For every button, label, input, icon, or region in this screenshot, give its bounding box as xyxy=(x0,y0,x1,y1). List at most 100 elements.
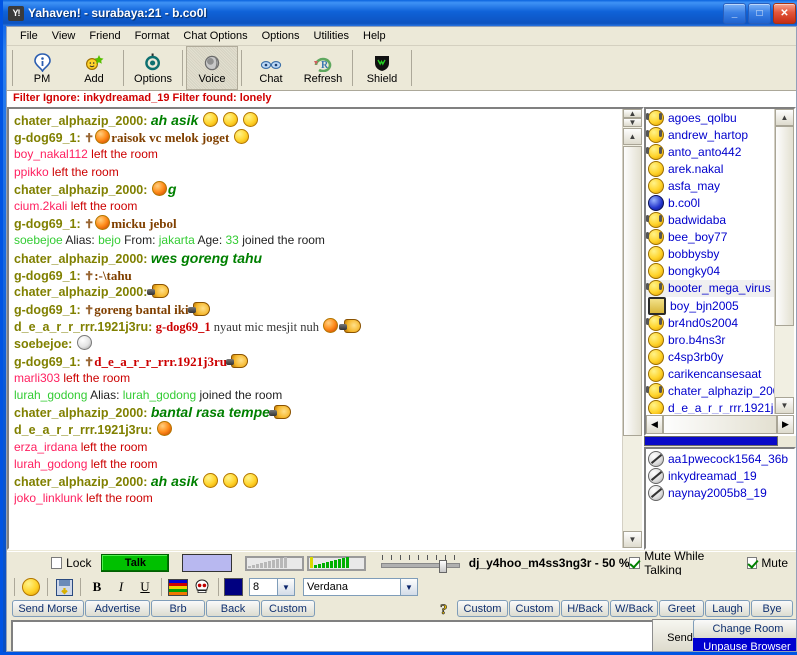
emoticon-button[interactable] xyxy=(20,577,42,597)
chat-username[interactable]: chater_alphazip_2000: xyxy=(14,183,151,197)
user-list-item[interactable]: boy_bjn2005 xyxy=(646,296,774,315)
chevron-down-icon[interactable]: ▼ xyxy=(400,579,417,595)
font-family-select[interactable]: Verdana ▼ xyxy=(303,578,418,596)
quick-advertise-button[interactable]: Advertise xyxy=(85,600,150,617)
toolbar-voice-button[interactable]: Voice xyxy=(186,46,238,90)
chat-username[interactable]: g-dog69_1: xyxy=(14,131,84,145)
quick-laugh-button[interactable]: Laugh xyxy=(705,600,750,617)
menu-format[interactable]: Format xyxy=(128,28,177,44)
menu-file[interactable]: File xyxy=(13,28,45,44)
chat-username[interactable]: chater_alphazip_2000: xyxy=(14,285,151,299)
minimize-button[interactable]: _ xyxy=(723,3,746,24)
quick-hback-button[interactable]: H/Back xyxy=(561,600,609,617)
italic-button[interactable]: I xyxy=(110,577,132,597)
quick-greet-button[interactable]: Greet xyxy=(659,600,704,617)
toolbar-chat-button[interactable]: Chat xyxy=(245,46,297,90)
user-list-item[interactable]: b.co0l xyxy=(646,194,774,212)
toolbar-options-button[interactable]: Options xyxy=(127,46,179,90)
user-list-item[interactable]: br4nd0s2004 xyxy=(646,314,774,331)
user-scroll-thumb[interactable] xyxy=(775,126,794,326)
skull-button[interactable] xyxy=(191,577,213,597)
quick-send-morse-button[interactable]: Send Morse xyxy=(12,600,84,617)
user-list-item[interactable]: d_e_a_r_r_rrr.1921j3ru xyxy=(646,400,774,414)
quick-custom-button-2[interactable]: Custom xyxy=(457,600,508,617)
chat-username[interactable]: chater_alphazip_2000: xyxy=(14,252,151,266)
chat-username[interactable]: g-dog69_1: xyxy=(14,269,84,283)
talk-button[interactable]: Talk xyxy=(101,554,170,572)
mute-while-talking-checkbox[interactable] xyxy=(629,557,641,569)
slider-knob[interactable] xyxy=(439,560,448,573)
user-list-item[interactable]: booter_mega_virus xyxy=(646,279,774,298)
menu-utilities[interactable]: Utilities xyxy=(307,28,356,44)
chat-username[interactable]: chater_alphazip_2000: xyxy=(14,475,151,489)
user-list-item[interactable]: badwidaba xyxy=(646,212,774,229)
user-scroll-down-button[interactable]: ▼ xyxy=(775,397,794,414)
chat-username[interactable]: soebejoe: xyxy=(14,337,76,351)
message-input[interactable] xyxy=(11,620,737,651)
chat-spinner-buttons[interactable]: ▲ ▼ xyxy=(623,109,642,127)
change-room-button[interactable]: Change Room xyxy=(693,619,796,639)
scroll-down-button[interactable]: ▼ xyxy=(623,531,642,548)
quick-back-button[interactable]: Back xyxy=(206,600,260,617)
quick-wback-button[interactable]: W/Back xyxy=(610,600,658,617)
spinner-up-button[interactable]: ▲ xyxy=(623,109,642,118)
bold-button[interactable]: B xyxy=(86,577,108,597)
ignore-list-item[interactable]: inkydreamad_19 xyxy=(646,467,794,484)
scroll-up-button[interactable]: ▲ xyxy=(623,128,642,145)
spinner-down-button[interactable]: ▼ xyxy=(623,118,642,127)
user-list-item[interactable]: bee_boy77 xyxy=(646,229,774,246)
menu-help[interactable]: Help xyxy=(356,28,393,44)
menu-friend[interactable]: Friend xyxy=(82,28,127,44)
rainbow-text-button[interactable] xyxy=(167,577,189,597)
lock-checkbox[interactable] xyxy=(50,557,63,569)
unpause-browser-button[interactable]: Unpause Browser xyxy=(693,638,796,651)
user-list-item[interactable]: arek.nakal xyxy=(646,160,774,177)
chat-username[interactable]: g-dog69_1: xyxy=(14,303,84,317)
user-scroll-up-button[interactable]: ▲ xyxy=(775,109,794,126)
user-list-item[interactable]: bobbysby xyxy=(646,246,774,263)
save-button[interactable] xyxy=(53,577,75,597)
toolbar-add-button[interactable]: Add xyxy=(68,46,120,90)
chat-scroll-thumb[interactable] xyxy=(623,146,642,436)
underline-button[interactable]: U xyxy=(134,577,156,597)
user-list-item[interactable]: carikencansesaat xyxy=(646,365,774,382)
user-list-vscrollbar[interactable]: ▲ ▼ xyxy=(774,109,794,414)
user-list-item[interactable]: andrew_hartop xyxy=(646,126,774,143)
chevron-down-icon[interactable]: ▼ xyxy=(277,579,294,595)
user-list[interactable]: agoes_qolbu andrew_hartop anto_anto442 arek… xyxy=(646,109,774,414)
chat-username[interactable]: chater_alphazip_2000: xyxy=(14,114,151,128)
user-hscroll-thumb[interactable] xyxy=(663,415,777,434)
user-list-item[interactable]: bongky04 xyxy=(646,263,774,280)
quick-bye-button[interactable]: Bye xyxy=(751,600,793,617)
chat-username[interactable]: d_e_a_r_r_rrr.1921j3ru: xyxy=(14,423,156,437)
user-list-item[interactable]: bro.b4ns3r xyxy=(646,331,774,348)
chat-username[interactable]: d_e_a_r_r_rrr.1921j3ru: xyxy=(14,320,156,334)
user-hscroll-right-button[interactable]: ▶ xyxy=(777,415,794,434)
font-size-select[interactable]: 8 ▼ xyxy=(249,578,295,596)
ignore-list-item[interactable]: aa1pwecock1564_36b xyxy=(646,450,794,467)
user-hscroll-left-button[interactable]: ◀ xyxy=(646,415,663,434)
maximize-button[interactable]: □ xyxy=(748,3,771,24)
mute-checkbox[interactable] xyxy=(746,557,758,569)
user-list-item[interactable]: c4sp3rb0y xyxy=(646,348,774,365)
menu-chat-options[interactable]: Chat Options xyxy=(176,28,254,44)
quick-custom-button[interactable]: Custom xyxy=(261,600,315,617)
close-button[interactable]: ✕ xyxy=(773,3,796,24)
text-color-button[interactable] xyxy=(224,578,243,596)
user-list-item[interactable]: anto_anto442 xyxy=(646,143,774,160)
quick-custom-button-3[interactable]: Custom xyxy=(509,600,560,617)
chat-username[interactable]: g-dog69_1: xyxy=(14,217,84,231)
help-question-icon[interactable]: ? xyxy=(437,600,454,617)
volume-slider[interactable] xyxy=(381,555,460,573)
ignore-list-item[interactable]: naynay2005b8_19 xyxy=(646,484,794,501)
user-list-item[interactable]: asfa_may xyxy=(646,177,774,194)
user-list-item[interactable]: agoes_qolbu xyxy=(646,109,774,126)
user-list-item[interactable]: chater_alphazip_2000 xyxy=(646,383,774,400)
chat-username[interactable]: chater_alphazip_2000: xyxy=(14,406,151,420)
quick-brb-button[interactable]: Brb xyxy=(151,600,205,617)
toolbar-shield-button[interactable]: Shield xyxy=(356,46,408,90)
chat-username[interactable]: g-dog69_1: xyxy=(14,355,84,369)
menu-options[interactable]: Options xyxy=(255,28,307,44)
ignore-list[interactable]: aa1pwecock1564_36b inkydreamad_19 naynay20… xyxy=(646,449,794,548)
chat-messages[interactable]: chater_alphazip_2000: ah asik g-dog69_1:… xyxy=(9,109,622,548)
